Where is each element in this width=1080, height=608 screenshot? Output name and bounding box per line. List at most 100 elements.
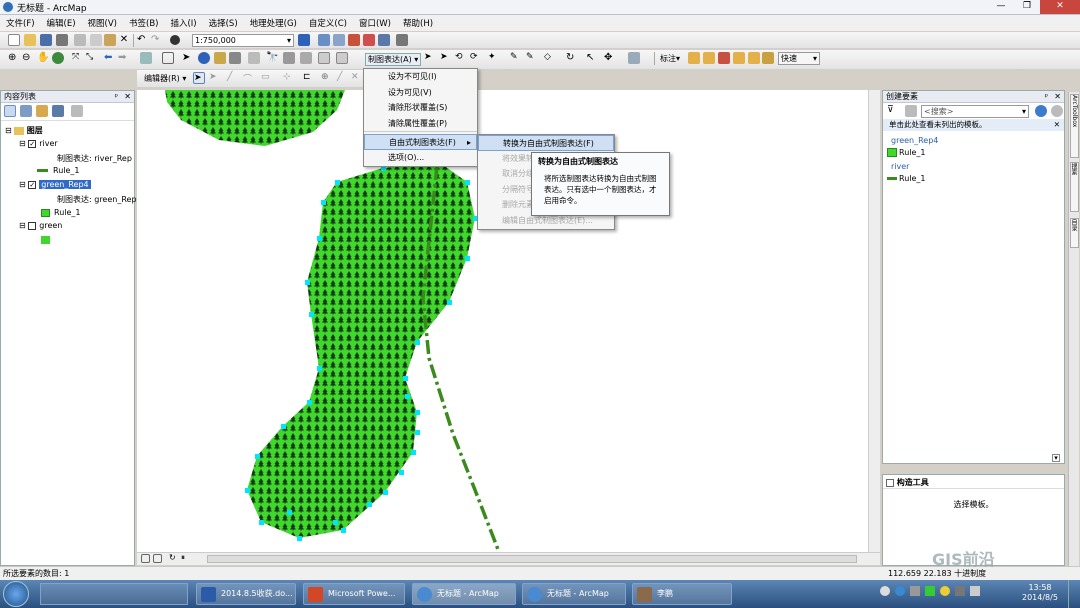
- model-builder-icon[interactable]: [396, 34, 408, 46]
- map-vertical-scrollbar[interactable]: [868, 90, 880, 552]
- print-icon[interactable]: [56, 34, 68, 46]
- rotate-icon[interactable]: ✕: [351, 72, 363, 84]
- task-arcmap-2[interactable]: 无标题 - ArcMap: [522, 583, 626, 605]
- rep-move-icon[interactable]: ✎: [510, 52, 522, 64]
- magnifier-icon[interactable]: [336, 52, 348, 64]
- view-unplaced-icon[interactable]: [748, 52, 760, 64]
- layer-green-rep4[interactable]: ⊟ ✓ green_Rep4: [19, 180, 91, 189]
- menu-clear-attribute-override[interactable]: 清除属性覆盖(P): [364, 116, 477, 132]
- close-button[interactable]: ✕: [1040, 0, 1080, 14]
- new-document-icon[interactable]: [8, 34, 20, 46]
- notice-close-icon[interactable]: ✕: [1054, 119, 1060, 131]
- clear-selection-icon[interactable]: [162, 52, 174, 64]
- save-icon[interactable]: [40, 34, 52, 46]
- representation-menu[interactable]: 制图表达(A) ▾: [365, 53, 422, 66]
- html-popup-icon[interactable]: [214, 52, 226, 64]
- rep-erase-icon[interactable]: ◇: [544, 52, 556, 64]
- green-polygon-main[interactable]: [247, 162, 475, 538]
- rep-arrow-icon[interactable]: ↖: [586, 52, 598, 64]
- list-by-selection-icon[interactable]: [52, 105, 64, 117]
- cut-icon[interactable]: [74, 34, 86, 46]
- menu-free-representation[interactable]: 自由式制图表达(F) ▸: [364, 134, 477, 150]
- data-view-icon[interactable]: [141, 554, 150, 563]
- list-by-drawing-order-icon[interactable]: [4, 105, 16, 117]
- submenu-convert[interactable]: 转换为自由式制图表达(F): [478, 135, 614, 151]
- rep-properties-icon[interactable]: [628, 52, 640, 64]
- point-icon[interactable]: ▭: [261, 72, 273, 84]
- refresh-icon[interactable]: ↻: [169, 553, 181, 565]
- label-menu[interactable]: 标注▾: [660, 53, 680, 64]
- menu-set-visible[interactable]: 设为可见(V): [364, 85, 477, 101]
- pan-icon[interactable]: ✋: [37, 52, 49, 64]
- label-manager-icon[interactable]: [688, 52, 700, 64]
- help-tray-icon[interactable]: [895, 586, 905, 596]
- river-visibility-checkbox[interactable]: ✓: [28, 139, 37, 148]
- tab-catalog[interactable]: 目录: [1070, 218, 1079, 248]
- list-by-source-icon[interactable]: [20, 105, 32, 117]
- river-rule-item[interactable]: Rule_1: [37, 166, 80, 175]
- panel-resize-icon[interactable]: ▾: [1052, 454, 1060, 462]
- back-extent-icon[interactable]: ⬅: [104, 52, 116, 64]
- layer-green[interactable]: ⊟ green: [19, 221, 62, 230]
- identify-icon[interactable]: [198, 52, 210, 64]
- map-horizontal-scrollbar[interactable]: [207, 555, 857, 563]
- time-slider-icon[interactable]: [300, 52, 312, 64]
- add-data-icon[interactable]: [170, 35, 180, 45]
- redo-icon[interactable]: ↷: [151, 34, 163, 46]
- edit-annotation-icon[interactable]: ➤: [209, 72, 221, 84]
- editor-menu[interactable]: 编辑器(R) ▾: [144, 73, 186, 84]
- pause-labeling-icon[interactable]: [733, 52, 745, 64]
- split-icon[interactable]: ╱: [337, 72, 349, 84]
- menu-bookmarks[interactable]: 书签(B): [129, 17, 158, 29]
- select-elements-icon[interactable]: ➤: [182, 52, 194, 64]
- maximize-button[interactable]: ❐: [1014, 0, 1040, 14]
- zoom-out-icon[interactable]: ⊖: [22, 52, 34, 64]
- pause-drawing-icon[interactable]: ⏸: [181, 553, 193, 565]
- open-folder-icon[interactable]: [24, 34, 36, 46]
- toc-options-icon[interactable]: [71, 105, 83, 117]
- task-photo[interactable]: 李鹏: [632, 583, 732, 605]
- tray-icon[interactable]: [910, 586, 920, 596]
- find-icon[interactable]: 🔭: [266, 52, 278, 64]
- create-features-pin-icon[interactable]: ᵖ: [1045, 91, 1048, 102]
- tray-icon[interactable]: [940, 586, 950, 596]
- tab-search[interactable]: 搜索: [1070, 162, 1079, 212]
- toc-icon[interactable]: [318, 34, 330, 46]
- menu-file[interactable]: 文件(F): [6, 17, 35, 29]
- task-arcmap-1[interactable]: 无标题 - ArcMap: [412, 583, 516, 605]
- menu-set-invisible[interactable]: 设为不可见(I): [364, 69, 477, 85]
- pinned-apps[interactable]: [40, 583, 188, 605]
- tab-arctoolbox[interactable]: ArcToolbox: [1070, 94, 1079, 158]
- create-features-close-icon[interactable]: ✕: [1054, 91, 1061, 102]
- green-rep4-visibility-checkbox[interactable]: ✓: [28, 180, 37, 189]
- fixed-zoom-in-icon[interactable]: ⤧: [72, 52, 84, 64]
- undo-icon[interactable]: ↶: [137, 34, 149, 46]
- toc-pin-icon[interactable]: ᵖ: [115, 91, 118, 102]
- menu-insert[interactable]: 插入(I): [170, 17, 196, 29]
- copy-icon[interactable]: [90, 34, 102, 46]
- menu-edit[interactable]: 编辑(E): [47, 17, 76, 29]
- green-rule-item[interactable]: Rule_1: [41, 208, 81, 217]
- delete-icon[interactable]: ✕: [118, 34, 130, 46]
- task-word-doc[interactable]: 2014.8.5收获.do...: [196, 583, 296, 605]
- clock[interactable]: 13:58 2014/8/5: [1022, 583, 1058, 603]
- rep-rotate-icon[interactable]: ✎: [526, 52, 538, 64]
- rep-pan-icon[interactable]: ✥: [604, 52, 616, 64]
- trace-icon[interactable]: ⌒: [243, 72, 255, 85]
- show-desktop-button[interactable]: [1068, 580, 1080, 608]
- rep-vertex-icon[interactable]: ✦: [488, 52, 500, 64]
- menu-help[interactable]: 帮助(H): [403, 17, 433, 29]
- speed-combo[interactable]: 快速 ▾: [778, 52, 820, 65]
- fixed-zoom-out-icon[interactable]: ⤡: [86, 52, 98, 64]
- straight-segment-icon[interactable]: ╱: [227, 72, 239, 84]
- tray-icon[interactable]: [880, 586, 890, 596]
- menu-selection[interactable]: 选择(S): [209, 17, 238, 29]
- full-extent-icon[interactable]: [52, 52, 64, 64]
- edit-vertices-icon[interactable]: ⊹: [283, 72, 295, 84]
- measure-icon[interactable]: [248, 52, 260, 64]
- rep-lasso-icon[interactable]: ⟲: [455, 52, 467, 64]
- arctoolbox-icon[interactable]: [363, 34, 375, 46]
- forward-extent-icon[interactable]: ➡: [118, 52, 130, 64]
- template-river-rule[interactable]: Rule_1: [883, 172, 1064, 185]
- rep-geometric-effect-icon[interactable]: ↻: [566, 52, 578, 64]
